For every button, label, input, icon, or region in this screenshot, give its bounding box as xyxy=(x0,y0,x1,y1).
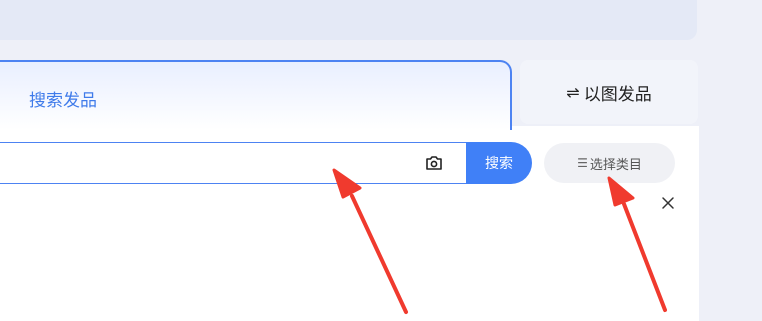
select-category-label: 选择类目 xyxy=(589,157,642,173)
tab-image-publish[interactable]: ⇌ 以图发品 xyxy=(520,60,698,124)
camera-icon[interactable] xyxy=(425,155,443,171)
swap-arrows-icon: ⇌ xyxy=(566,82,580,102)
select-category-button[interactable]: ☰ 选择类目 xyxy=(544,143,675,183)
tab-search-publish[interactable]: 搜索发品 xyxy=(0,60,512,130)
top-banner xyxy=(0,0,697,40)
list-icon: ☰ xyxy=(577,156,588,170)
close-icon[interactable] xyxy=(660,195,676,211)
tab-image-publish-label: 以图发品 xyxy=(583,84,652,105)
search-box: 搜索 xyxy=(0,142,532,184)
search-button[interactable]: 搜索 xyxy=(466,142,532,184)
search-input[interactable] xyxy=(0,142,467,184)
tab-search-publish-label: 搜索发品 xyxy=(29,91,97,111)
